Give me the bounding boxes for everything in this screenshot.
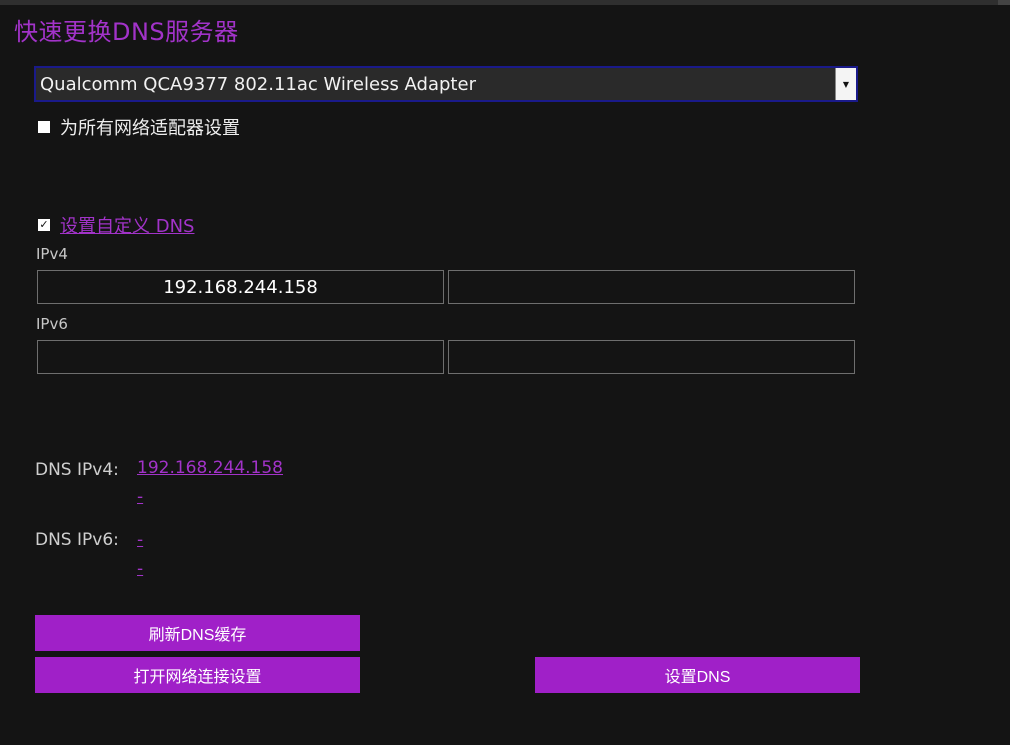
current-dns-ipv6-primary-link[interactable]: -	[137, 530, 143, 550]
custom-dns-checkbox-row[interactable]: ✓ 设置自定义 DNS	[38, 212, 194, 238]
custom-dns-checkbox[interactable]: ✓	[38, 219, 50, 231]
adapter-dropdown[interactable]: Qualcomm QCA9377 802.11ac Wireless Adapt…	[34, 66, 858, 102]
ipv6-label: IPv6	[36, 315, 68, 333]
current-dns-ipv6-label: DNS IPv6:	[35, 530, 119, 550]
current-dns-ipv4-primary-link[interactable]: 192.168.244.158	[137, 458, 283, 478]
chevron-down-icon[interactable]: ▼	[835, 68, 856, 100]
window-corner-control	[998, 0, 1010, 5]
flush-dns-button[interactable]: 刷新DNS缓存	[35, 615, 360, 651]
ipv6-secondary-input[interactable]	[448, 340, 855, 374]
custom-dns-label[interactable]: 设置自定义 DNS	[60, 212, 194, 238]
current-dns-ipv4-label: DNS IPv4:	[35, 460, 119, 480]
open-network-settings-button[interactable]: 打开网络连接设置	[35, 657, 360, 693]
current-dns-ipv4-secondary-link[interactable]: -	[137, 487, 143, 507]
ipv4-label: IPv4	[36, 245, 68, 263]
all-adapters-checkbox[interactable]	[38, 121, 50, 133]
set-dns-button[interactable]: 设置DNS	[535, 657, 860, 693]
current-dns-ipv6-secondary-link[interactable]: -	[137, 559, 143, 579]
all-adapters-label: 为所有网络适配器设置	[60, 118, 240, 139]
adapter-selected-value: Qualcomm QCA9377 802.11ac Wireless Adapt…	[40, 73, 476, 95]
ipv4-secondary-input[interactable]	[448, 270, 855, 304]
window-top-border	[0, 0, 1010, 5]
ipv6-primary-input[interactable]	[37, 340, 444, 374]
app-title: 快速更换DNS服务器	[14, 18, 239, 46]
ipv4-primary-input[interactable]	[37, 270, 444, 304]
all-adapters-checkbox-row[interactable]: 为所有网络适配器设置	[38, 114, 240, 140]
